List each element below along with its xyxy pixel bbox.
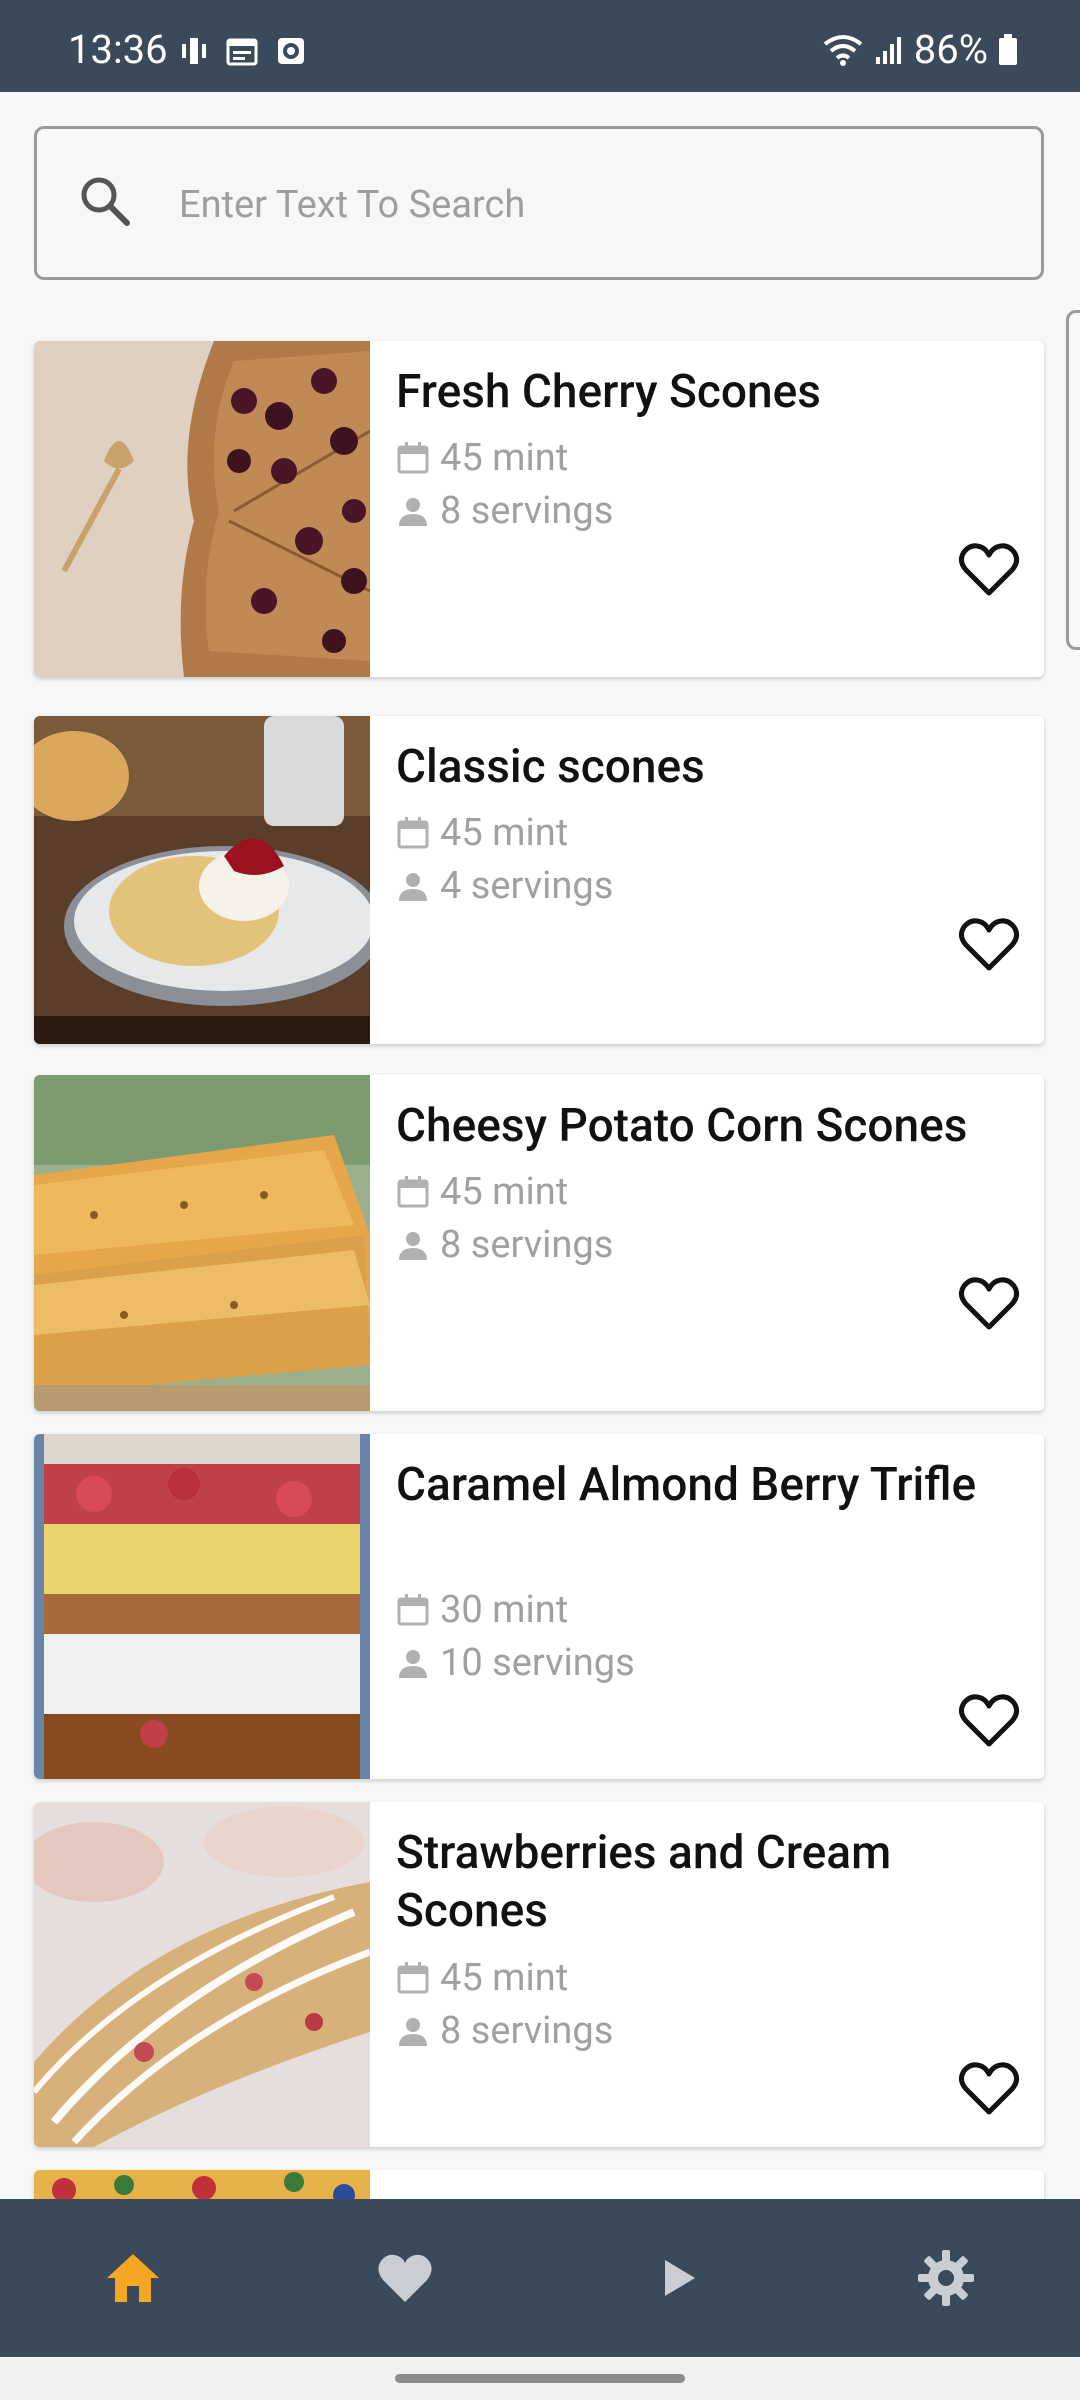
- recipe-title: Cheesy Potato Corn Scones: [396, 1099, 968, 1153]
- bottom-navigation: [0, 2199, 1080, 2357]
- favorite-heart-icon[interactable]: [958, 1692, 1020, 1748]
- recipe-time-text: 45 mint: [440, 811, 569, 855]
- recipe-card[interactable]: Cheesy Potato Corn Scones 45 mint 8 serv…: [34, 1075, 1044, 1411]
- favorite-heart-icon[interactable]: [958, 916, 1020, 972]
- recipe-card[interactable]: Caramel Almond Berry Trifle 30 mint 10 s…: [34, 1434, 1044, 1779]
- recipe-title: Fresh Cherry Scones: [396, 365, 821, 419]
- person-icon: [399, 873, 427, 901]
- status-bar: 13:36 86%: [0, 0, 1080, 92]
- recipe-servings: 8 servings: [396, 2009, 613, 2053]
- recipe-title: Caramel Almond Berry Trifle: [396, 1458, 977, 1512]
- calendar-notification-icon: [226, 38, 258, 66]
- recipe-servings-text: 10 servings: [440, 1641, 635, 1685]
- search-bar[interactable]: [34, 126, 1044, 280]
- heart-icon[interactable]: [375, 2248, 435, 2308]
- calendar-icon: [397, 442, 429, 474]
- recipe-servings: 4 servings: [396, 864, 613, 908]
- recipe-card[interactable]: [34, 2170, 1044, 2199]
- signal-icon: [875, 37, 901, 64]
- recipe-card[interactable]: Classic scones 45 mint 4 servings: [34, 716, 1044, 1044]
- recipe-time: 45 mint: [396, 811, 568, 855]
- recipe-time: 45 mint: [396, 1956, 568, 2000]
- calendar-icon: [397, 1962, 429, 1994]
- recipe-title: Strawberries and Cream Scones: [396, 1826, 892, 1938]
- recipe-time-text: 45 mint: [440, 436, 569, 480]
- gesture-bar: [0, 2357, 1080, 2400]
- person-icon: [399, 498, 427, 526]
- person-icon: [399, 1650, 427, 1678]
- search-icon: [81, 177, 130, 226]
- search-input[interactable]: [177, 171, 1001, 239]
- person-icon: [399, 1232, 427, 1260]
- play-icon[interactable]: [647, 2248, 707, 2308]
- recipe-title: Classic scones: [396, 740, 705, 794]
- vibrate-icon: [182, 38, 206, 64]
- scrollbar[interactable]: [1066, 310, 1080, 650]
- battery-icon: [999, 34, 1017, 65]
- recipe-image: [34, 341, 370, 677]
- home-indicator[interactable]: [395, 2374, 685, 2383]
- recipe-servings-text: 8 servings: [440, 1223, 614, 1267]
- favorite-heart-icon[interactable]: [958, 1275, 1020, 1331]
- recipe-image: [34, 1434, 370, 1779]
- recipe-time: 45 mint: [396, 436, 568, 480]
- recipe-image: [34, 2170, 370, 2199]
- recipe-image: [34, 716, 370, 1044]
- recipe-time-text: 45 mint: [440, 1170, 569, 1214]
- recipe-servings-text: 4 servings: [440, 864, 614, 908]
- recipe-servings: 10 servings: [396, 1641, 635, 1685]
- recipe-list-screen: Fresh Cherry Scones 45 mint 8 servings C…: [0, 92, 1080, 2199]
- battery-percentage: 86%: [913, 26, 988, 73]
- recipe-image: [34, 1075, 370, 1411]
- home-icon[interactable]: [103, 2248, 163, 2308]
- recipe-servings: 8 servings: [396, 1223, 613, 1267]
- recipe-time: 45 mint: [396, 1170, 568, 1214]
- calendar-icon: [397, 817, 429, 849]
- wifi-icon: [823, 35, 862, 66]
- recipe-servings: 8 servings: [396, 489, 613, 533]
- notification-icons: [180, 36, 306, 66]
- system-status-icons: 86%: [822, 30, 1018, 70]
- calendar-icon: [397, 1594, 429, 1626]
- gear-icon[interactable]: [916, 2248, 976, 2308]
- recipe-servings-text: 8 servings: [440, 489, 614, 533]
- clock-notification-icon: [278, 38, 304, 64]
- recipe-time-text: 30 mint: [440, 1588, 569, 1632]
- favorite-heart-icon[interactable]: [958, 2060, 1020, 2116]
- recipe-time-text: 45 mint: [440, 1956, 569, 2000]
- favorite-heart-icon[interactable]: [958, 541, 1020, 597]
- recipe-card[interactable]: Fresh Cherry Scones 45 mint 8 servings: [34, 341, 1044, 677]
- calendar-icon: [397, 1176, 429, 1208]
- recipe-card[interactable]: Strawberries and Cream Scones 45 mint 8 …: [34, 1802, 1044, 2147]
- status-time: 13:36: [68, 26, 168, 73]
- person-icon: [399, 2018, 427, 2046]
- recipe-time: 30 mint: [396, 1588, 568, 1632]
- recipe-image: [34, 1802, 370, 2147]
- recipe-servings-text: 8 servings: [440, 2009, 614, 2053]
